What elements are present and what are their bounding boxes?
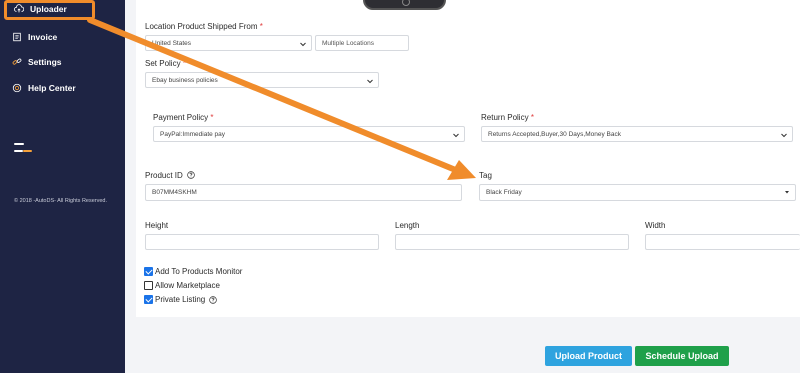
- width-label: Width: [645, 221, 666, 230]
- payment-policy-select[interactable]: PayPal:Immediate pay: [153, 126, 465, 142]
- sidebar-item-label: Help Center: [28, 83, 76, 93]
- product-id-input[interactable]: B07MM4SKHM: [145, 184, 462, 201]
- height-input[interactable]: [145, 234, 379, 250]
- highlight-box: [4, 0, 95, 20]
- invoice-icon: [12, 32, 22, 42]
- tag-select[interactable]: Black Friday: [479, 184, 796, 201]
- checkbox-checked[interactable]: [144, 267, 153, 276]
- info-icon[interactable]: [209, 295, 218, 304]
- chevron-down-icon: [366, 77, 374, 85]
- add-to-products-monitor-checkbox[interactable]: Add To Products Monitor: [144, 267, 242, 276]
- allow-marketplace-checkbox[interactable]: Allow Marketplace: [144, 281, 220, 290]
- checkbox-checked[interactable]: [144, 295, 153, 304]
- caret-down-icon: [783, 188, 791, 196]
- sidebar-item-label: Settings: [28, 57, 62, 67]
- sidebar-item-label: Invoice: [28, 32, 58, 42]
- payment-policy-label: Payment Policy *: [153, 113, 214, 122]
- tag-label: Tag: [479, 171, 492, 180]
- sidebar-item-invoice[interactable]: Invoice: [12, 32, 57, 42]
- info-icon[interactable]: [187, 171, 195, 179]
- link-icon: [12, 57, 22, 67]
- sidebar: Uploader Invoice Settings Help Center © …: [0, 0, 125, 373]
- help-lifebuoy-icon: [12, 83, 22, 93]
- length-input[interactable]: [395, 234, 629, 250]
- chevron-down-icon: [452, 131, 460, 139]
- set-policy-label: Set Policy *: [145, 59, 186, 68]
- return-policy-label: Return Policy *: [481, 113, 534, 122]
- copyright-text: © 2018 -AutoDS- All Rights Reserved.: [14, 198, 108, 204]
- set-policy-select[interactable]: Ebay business policies: [145, 72, 379, 88]
- checkbox-unchecked[interactable]: [144, 281, 153, 290]
- length-label: Length: [395, 221, 420, 230]
- phone-preview-image: [363, 0, 446, 10]
- schedule-upload-button[interactable]: Schedule Upload: [635, 346, 729, 366]
- height-label: Height: [145, 221, 169, 230]
- autods-logo-mark: [14, 143, 32, 157]
- multiple-locations-input[interactable]: Multiple Locations: [315, 35, 409, 51]
- private-listing-checkbox[interactable]: Private Listing: [144, 295, 218, 304]
- sidebar-item-settings[interactable]: Settings: [12, 57, 62, 67]
- return-policy-select[interactable]: Returns Accepted,Buyer,30 Days,Money Bac…: [481, 126, 793, 142]
- chevron-down-icon: [780, 131, 788, 139]
- product-id-label: Product ID: [145, 171, 195, 180]
- chevron-down-icon: [299, 40, 307, 48]
- upload-product-button[interactable]: Upload Product: [545, 346, 632, 366]
- location-label: Location Product Shipped From *: [145, 22, 263, 31]
- location-country-select[interactable]: United States: [145, 35, 312, 51]
- width-input[interactable]: [645, 234, 800, 250]
- sidebar-item-help-center[interactable]: Help Center: [12, 83, 76, 93]
